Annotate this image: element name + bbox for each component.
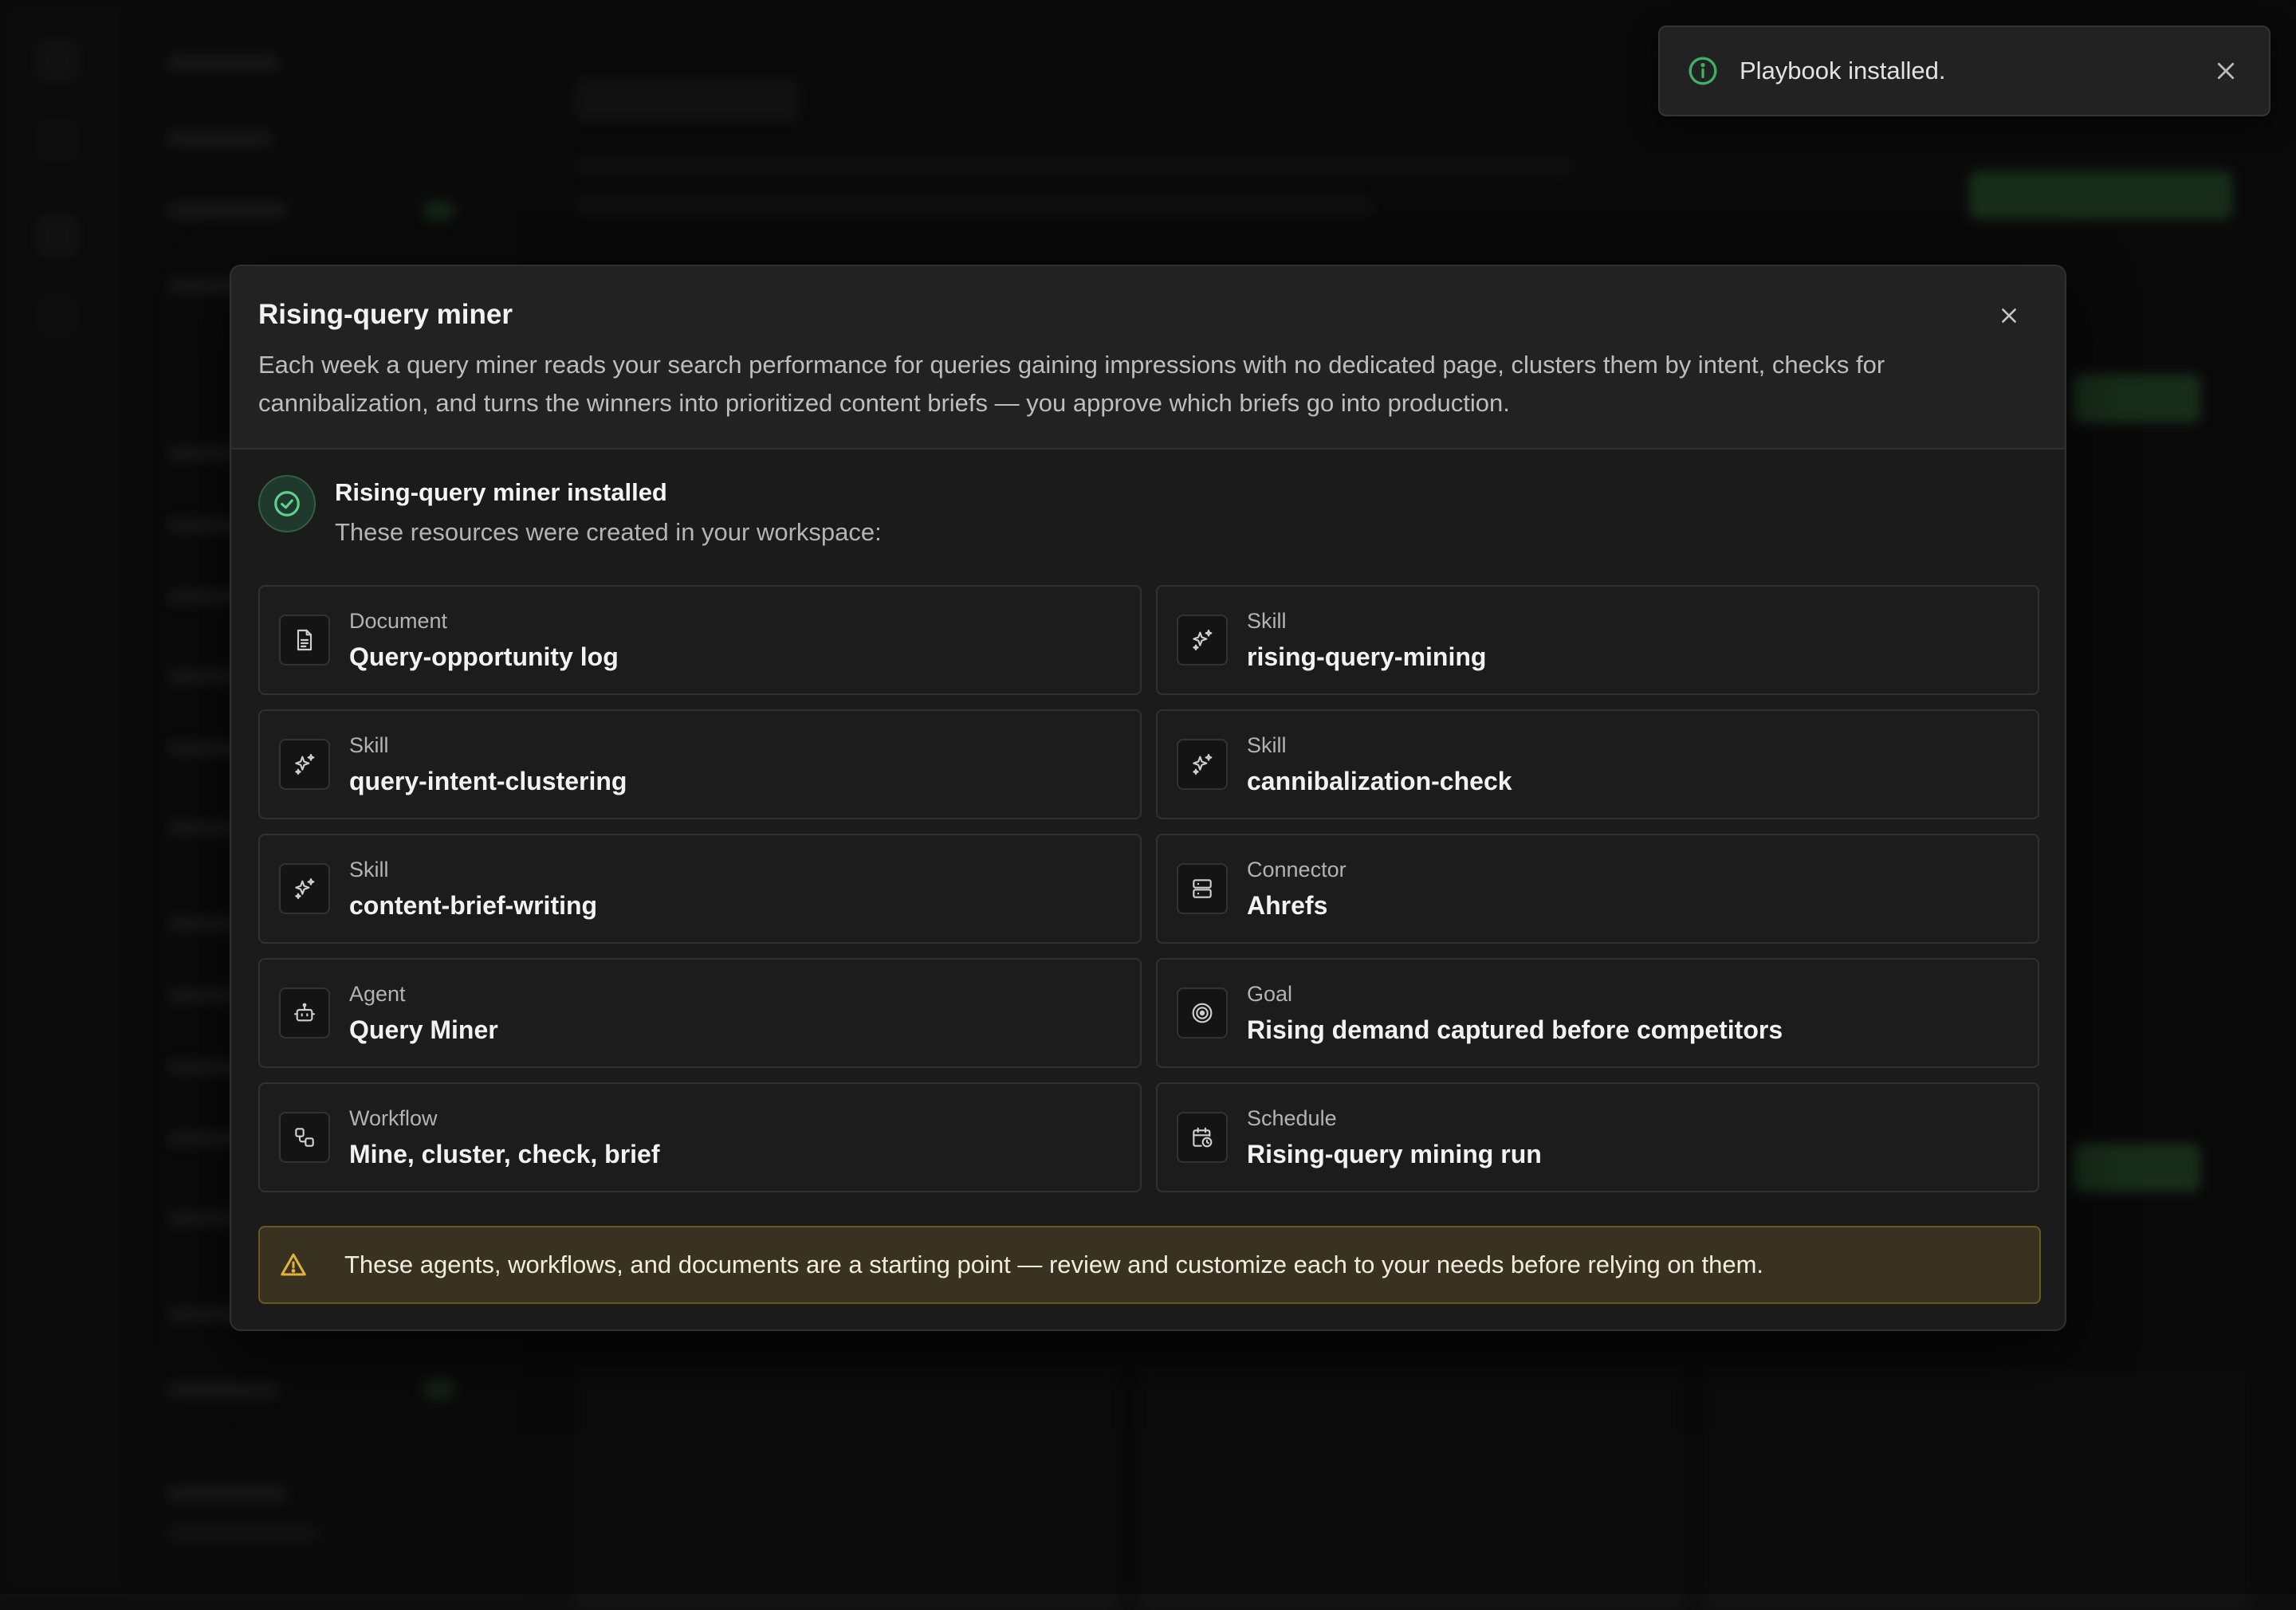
resource-card-agent[interactable]: Agent Query Miner xyxy=(258,958,1142,1068)
resource-card-document[interactable]: Document Query-opportunity log xyxy=(258,585,1142,695)
check-circle-icon xyxy=(258,475,316,532)
resource-type: Agent xyxy=(349,981,498,1007)
resource-card-skill[interactable]: Skill cannibalization-check xyxy=(1156,709,2039,819)
warning-banner: These agents, workflows, and documents a… xyxy=(258,1226,2041,1304)
resource-card-workflow[interactable]: Workflow Mine, cluster, check, brief xyxy=(258,1082,1142,1192)
resource-type: Connector xyxy=(1247,857,1347,882)
workflow-icon xyxy=(279,1112,330,1163)
warning-text: These agents, workflows, and documents a… xyxy=(344,1251,1763,1279)
sparkle-icon xyxy=(279,739,330,790)
resource-type: Skill xyxy=(349,732,627,758)
resource-name: Ahrefs xyxy=(1247,890,1347,921)
resource-card-connector[interactable]: Connector Ahrefs xyxy=(1156,834,2039,944)
warning-icon xyxy=(279,1251,308,1279)
info-icon xyxy=(1687,55,1719,87)
resource-name: Rising-query mining run xyxy=(1247,1139,1542,1169)
resource-name: cannibalization-check xyxy=(1247,766,1512,796)
sparkle-icon xyxy=(1177,615,1228,666)
server-icon xyxy=(1177,863,1228,914)
calendar-clock-icon xyxy=(1177,1112,1228,1163)
resource-type: Skill xyxy=(349,857,597,882)
toast-close-button[interactable] xyxy=(2210,55,2242,87)
resource-type: Document xyxy=(349,608,619,634)
close-icon xyxy=(2214,59,2238,83)
resource-type: Skill xyxy=(1247,732,1512,758)
resource-card-skill[interactable]: Skill content-brief-writing xyxy=(258,834,1142,944)
sparkle-icon xyxy=(279,863,330,914)
resource-type: Schedule xyxy=(1247,1105,1542,1131)
resource-name: Query-opportunity log xyxy=(349,642,619,672)
install-status-subtitle: These resources were created in your wor… xyxy=(335,518,882,547)
resource-name: rising-query-mining xyxy=(1247,642,1486,672)
resource-card-skill[interactable]: Skill rising-query-mining xyxy=(1156,585,2039,695)
resource-card-goal[interactable]: Goal Rising demand captured before compe… xyxy=(1156,958,2039,1068)
toast-notification: Playbook installed. xyxy=(1658,26,2270,116)
install-status: Rising-query miner installed These resou… xyxy=(231,450,2065,585)
install-status-title: Rising-query miner installed xyxy=(335,478,882,507)
playbook-dialog: Rising-query miner Each week a query min… xyxy=(230,265,2066,1331)
toast-message: Playbook installed. xyxy=(1740,57,2210,85)
resource-type: Skill xyxy=(1247,608,1486,634)
resource-name: Rising demand captured before competitor… xyxy=(1247,1015,1783,1045)
dialog-title: Rising-query miner xyxy=(258,298,2039,332)
resource-name: query-intent-clustering xyxy=(349,766,627,796)
resource-card-schedule[interactable]: Schedule Rising-query mining run xyxy=(1156,1082,2039,1192)
target-icon xyxy=(1177,988,1228,1039)
dialog-description: Each week a query miner reads your searc… xyxy=(258,346,2036,422)
dialog-header: Rising-query miner Each week a query min… xyxy=(231,266,2065,450)
resource-card-skill[interactable]: Skill query-intent-clustering xyxy=(258,709,1142,819)
resource-type: Workflow xyxy=(349,1105,659,1131)
sparkle-icon xyxy=(1177,739,1228,790)
resource-name: Query Miner xyxy=(349,1015,498,1045)
document-icon xyxy=(279,615,330,666)
resource-name: Mine, cluster, check, brief xyxy=(349,1139,659,1169)
close-icon xyxy=(1999,305,2019,326)
dialog-close-button[interactable] xyxy=(1991,298,2027,333)
resource-type: Goal xyxy=(1247,981,1783,1007)
resource-grid: Document Query-opportunity log Skill ris… xyxy=(258,585,2041,1192)
resource-name: content-brief-writing xyxy=(349,890,597,921)
robot-icon xyxy=(279,988,330,1039)
